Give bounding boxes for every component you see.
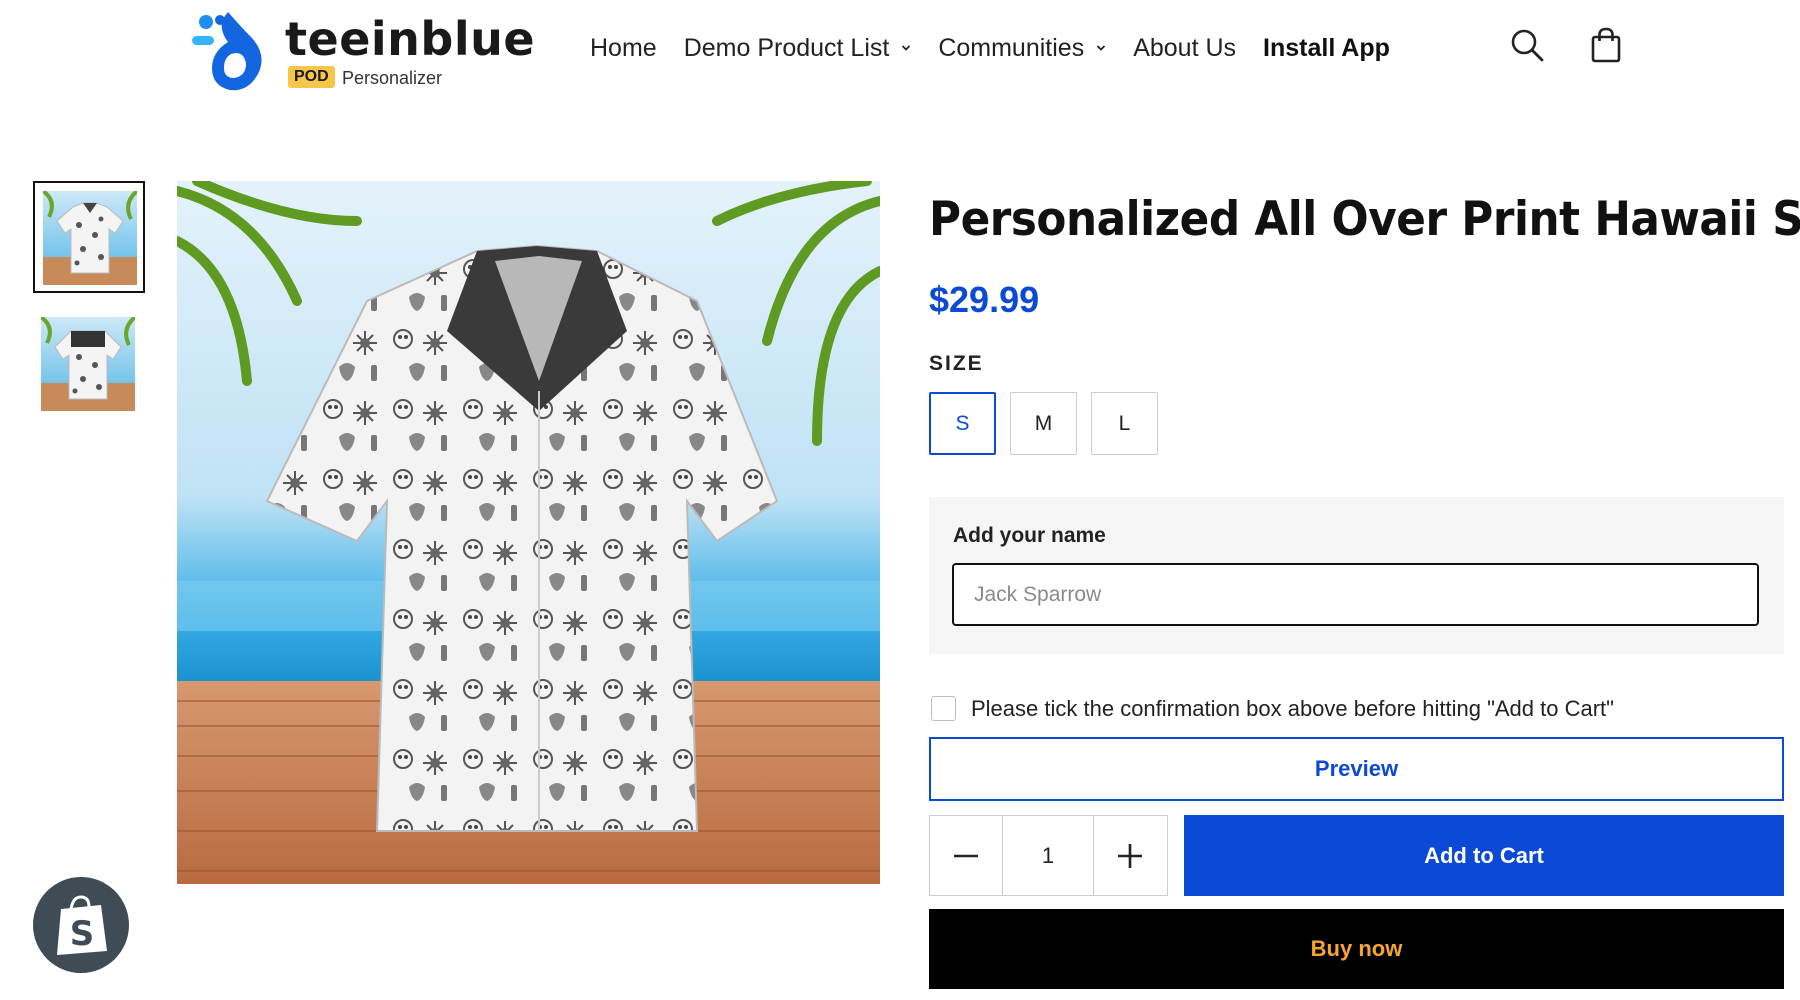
teeinblue-logo-icon [192, 12, 262, 91]
nav-item-label: About Us [1133, 33, 1237, 62]
nav-item-label: Home [590, 33, 657, 62]
quantity-increase-button[interactable] [1094, 816, 1166, 895]
product-price: $29.99 [929, 279, 1040, 320]
product-main-image[interactable] [177, 181, 880, 884]
buy-now-button[interactable]: Buy now [929, 909, 1784, 989]
pod-badge: POD [288, 66, 335, 88]
search-icon[interactable] [1508, 26, 1546, 64]
svg-text:S: S [70, 914, 95, 954]
personalization-panel: Add your name [929, 497, 1784, 654]
main-nav: Home Demo Product List Communities About… [590, 28, 1417, 68]
confirmation-checkbox[interactable] [931, 696, 956, 721]
nav-item-label: Communities [938, 33, 1085, 62]
name-input[interactable] [952, 563, 1759, 626]
quantity-value[interactable]: 1 [1002, 816, 1094, 895]
confirmation-row: Please tick the confirmation box above b… [931, 695, 1614, 722]
gallery-thumbnail-front[interactable] [33, 181, 145, 293]
size-option-s[interactable]: S [929, 392, 996, 455]
nav-item-label: Demo Product List [683, 33, 890, 62]
quantity-decrease-button[interactable] [930, 816, 1002, 895]
size-option-m[interactable]: M [1010, 392, 1077, 455]
name-field-label: Add your name [953, 524, 1106, 547]
shirt-back-thumbnail [41, 317, 135, 411]
size-option-l[interactable]: L [1091, 392, 1158, 455]
preview-button[interactable]: Preview [929, 737, 1784, 801]
brand-name: teeinblue [285, 12, 536, 66]
site-header: teeinblue POD Personalizer Home Demo Pro… [0, 0, 1800, 110]
quantity-stepper: 1 [929, 815, 1168, 896]
size-label: SIZE [929, 352, 984, 375]
nav-item-install-app[interactable]: Install App [1263, 34, 1390, 63]
nav-item-about-us[interactable]: About Us [1133, 34, 1236, 63]
confirmation-text: Please tick the confirmation box above b… [971, 695, 1614, 721]
shopping-bag-icon[interactable] [1587, 26, 1625, 64]
brand-logo[interactable]: teeinblue POD Personalizer [190, 6, 535, 96]
chevron-down-icon [902, 45, 911, 51]
brand-subtitle: Personalizer [342, 68, 443, 88]
gallery-thumbnail-back[interactable] [33, 309, 145, 421]
nav-item-demo-product-list[interactable]: Demo Product List [684, 34, 912, 63]
add-to-cart-button[interactable]: Add to Cart [1184, 815, 1784, 896]
nav-item-home[interactable]: Home [590, 34, 657, 63]
minus-icon [954, 854, 978, 857]
nav-item-label: Install App [1263, 33, 1390, 62]
plus-icon [1118, 843, 1142, 868]
hawaii-shirt-image [177, 181, 880, 884]
shopify-bag-icon: S [57, 895, 107, 955]
chevron-down-icon [1097, 45, 1106, 51]
shopify-chat-button[interactable]: S [33, 877, 129, 973]
shirt-front-thumbnail [43, 191, 137, 285]
nav-item-communities[interactable]: Communities [938, 34, 1106, 63]
product-title: Personalized All Over Print Hawaii Shirt [929, 192, 1800, 247]
